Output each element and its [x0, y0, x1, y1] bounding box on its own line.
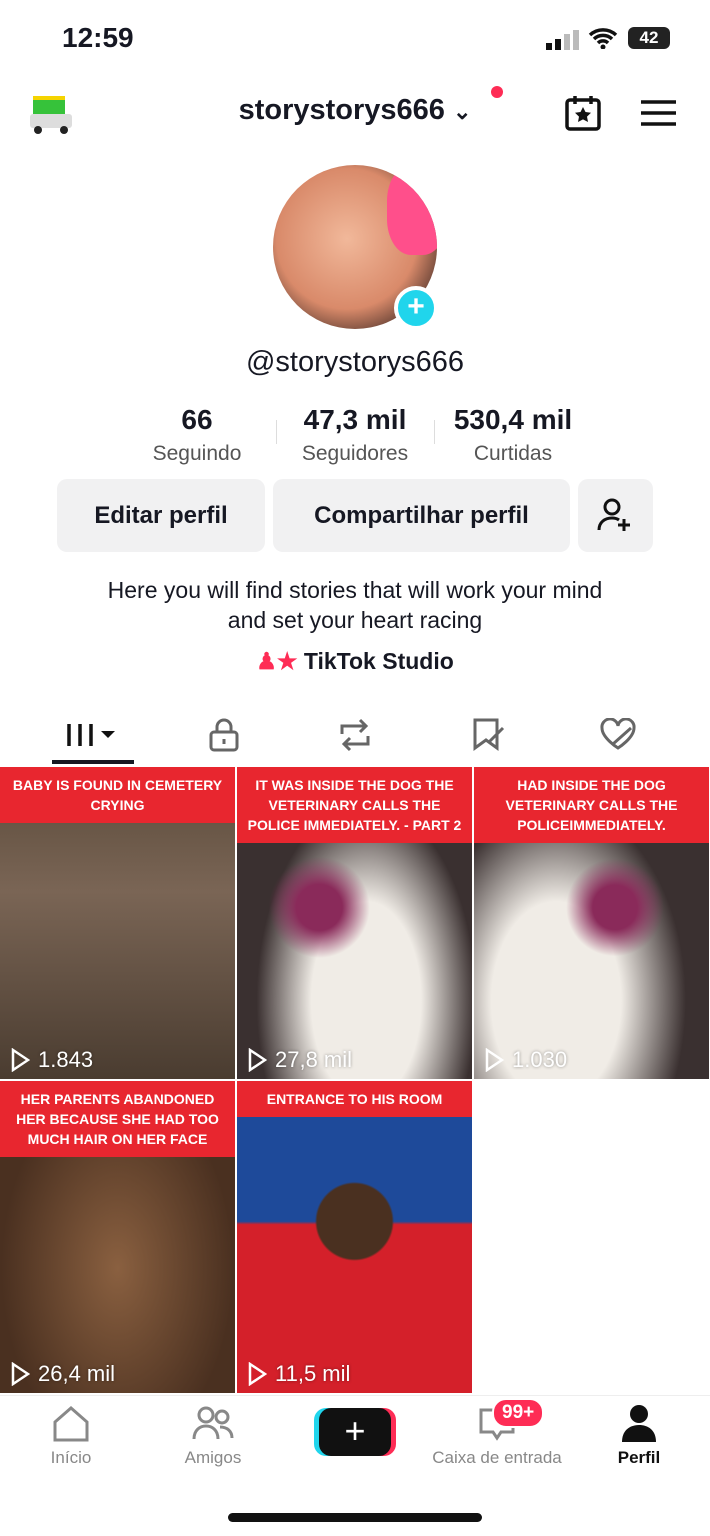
video-caption: HAD INSIDE THE DOG VETERINARY CALLS THE … — [474, 767, 709, 843]
bio-line: and set your heart racing — [227, 607, 483, 633]
tab-liked[interactable] — [547, 710, 689, 760]
stat-label: Curtidas — [473, 442, 553, 465]
tab-reposts[interactable] — [284, 710, 426, 760]
nav-home[interactable]: Início — [0, 1404, 142, 1468]
username-title: storystorys666 — [238, 94, 445, 126]
username-switcher[interactable]: storystorys666 ⌄ — [0, 94, 710, 127]
view-count: 27,8 mil — [247, 1047, 352, 1073]
video-caption: IT WAS INSIDE THE DOG THE VETERINARY CAL… — [237, 767, 472, 843]
play-icon — [485, 1048, 504, 1072]
nav-label: Amigos — [184, 1448, 242, 1467]
home-indicator — [228, 1513, 482, 1522]
add-avatar-button[interactable]: + — [394, 286, 438, 330]
bottom-nav: Início Amigos + Caixa de entrada Perfil — [0, 1395, 710, 1490]
nav-friends[interactable]: Amigos — [142, 1404, 284, 1468]
studio-label: TikTok Studio — [303, 648, 454, 674]
tab-videos[interactable] — [22, 710, 164, 760]
stat-label: Seguidores — [301, 442, 409, 465]
bio: Here you will find stories that will wor… — [0, 575, 710, 635]
video-tile[interactable]: IT WAS INSIDE THE DOG THE VETERINARY CAL… — [237, 767, 472, 1079]
edit-profile-button[interactable]: Editar perfil — [57, 479, 265, 552]
view-count: 1.843 — [10, 1047, 93, 1073]
profile-handle: @storystorys666 — [245, 346, 464, 378]
stat-followers[interactable]: 47,3 mil Seguidores — [275, 404, 435, 466]
active-tab-indicator — [52, 760, 134, 764]
stat-value: 530,4 mil — [453, 404, 573, 435]
lock-icon — [209, 718, 239, 752]
nav-label: Início — [50, 1448, 92, 1467]
view-count: 26,4 mil — [10, 1361, 115, 1387]
bio-line: Here you will find stories that will wor… — [107, 577, 603, 603]
video-tile[interactable]: HAD INSIDE THE DOG VETERINARY CALLS THE … — [474, 767, 709, 1079]
plus-icon: + — [319, 1408, 391, 1456]
stat-likes[interactable]: 530,4 mil Curtidas — [433, 404, 593, 466]
video-caption: ENTRANCE TO HIS ROOM — [237, 1081, 472, 1117]
video-caption: BABY IS FOUND IN CEMETERY CRYING — [0, 767, 235, 823]
stat-value: 47,3 mil — [303, 404, 407, 435]
calendar-star-icon[interactable] — [564, 94, 602, 132]
play-icon — [11, 1362, 30, 1386]
share-profile-button[interactable]: Compartilhar perfil — [273, 479, 570, 552]
video-tile[interactable]: HER PARENTS ABANDONED HER BECAUSE SHE HA… — [0, 1081, 235, 1393]
tiktok-studio-link[interactable]: ♟★ TikTok Studio — [0, 648, 710, 675]
view-count-value: 1.843 — [38, 1047, 94, 1072]
bookmark-hidden-icon — [473, 718, 505, 751]
nav-profile[interactable]: Perfil — [568, 1404, 710, 1468]
video-tile[interactable]: BABY IS FOUND IN CEMETERY CRYING 1.843 — [0, 767, 235, 1079]
view-count-value: 27,8 mil — [275, 1047, 353, 1072]
signal-icon — [546, 30, 579, 50]
view-count-value: 26,4 mil — [38, 1361, 116, 1386]
profile-icon — [622, 1405, 656, 1442]
nav-label: Perfil — [617, 1448, 661, 1467]
play-icon — [248, 1048, 267, 1072]
video-tile[interactable]: ENTRANCE TO HIS ROOM 11,5 mil — [237, 1081, 472, 1393]
wifi-icon — [588, 28, 618, 49]
stat-following[interactable]: 66 Seguindo — [117, 404, 277, 466]
add-user-icon — [597, 498, 630, 531]
view-count-value: 11,5 mil — [275, 1361, 351, 1386]
tab-private[interactable] — [153, 710, 295, 760]
stat-value: 66 — [181, 404, 213, 435]
view-count-value: 1.030 — [512, 1047, 568, 1072]
grid-icon — [67, 724, 115, 746]
chevron-down-icon: ⌄ — [452, 99, 472, 124]
create-button[interactable]: + — [284, 1404, 426, 1456]
add-friend-button[interactable] — [578, 479, 653, 552]
inbox-badge: 99+ — [492, 1398, 545, 1428]
view-count: 1.030 — [484, 1047, 567, 1073]
menu-icon[interactable] — [641, 99, 676, 127]
studio-icon: ♟★ — [256, 648, 298, 674]
play-icon — [11, 1048, 30, 1072]
play-icon — [248, 1362, 267, 1386]
battery-indicator: 42 — [628, 27, 670, 49]
status-time: 12:59 — [62, 22, 134, 53]
stat-label: Seguindo — [152, 442, 242, 465]
view-count: 11,5 mil — [247, 1361, 350, 1387]
video-caption: HER PARENTS ABANDONED HER BECAUSE SHE HA… — [0, 1081, 235, 1157]
notification-dot — [491, 86, 503, 98]
tab-favorites[interactable] — [418, 710, 560, 760]
home-icon — [53, 1406, 89, 1442]
heart-hidden-icon — [600, 718, 636, 750]
nav-label: Caixa de entrada — [432, 1448, 562, 1467]
friends-icon — [192, 1406, 234, 1440]
repost-icon — [340, 718, 370, 752]
